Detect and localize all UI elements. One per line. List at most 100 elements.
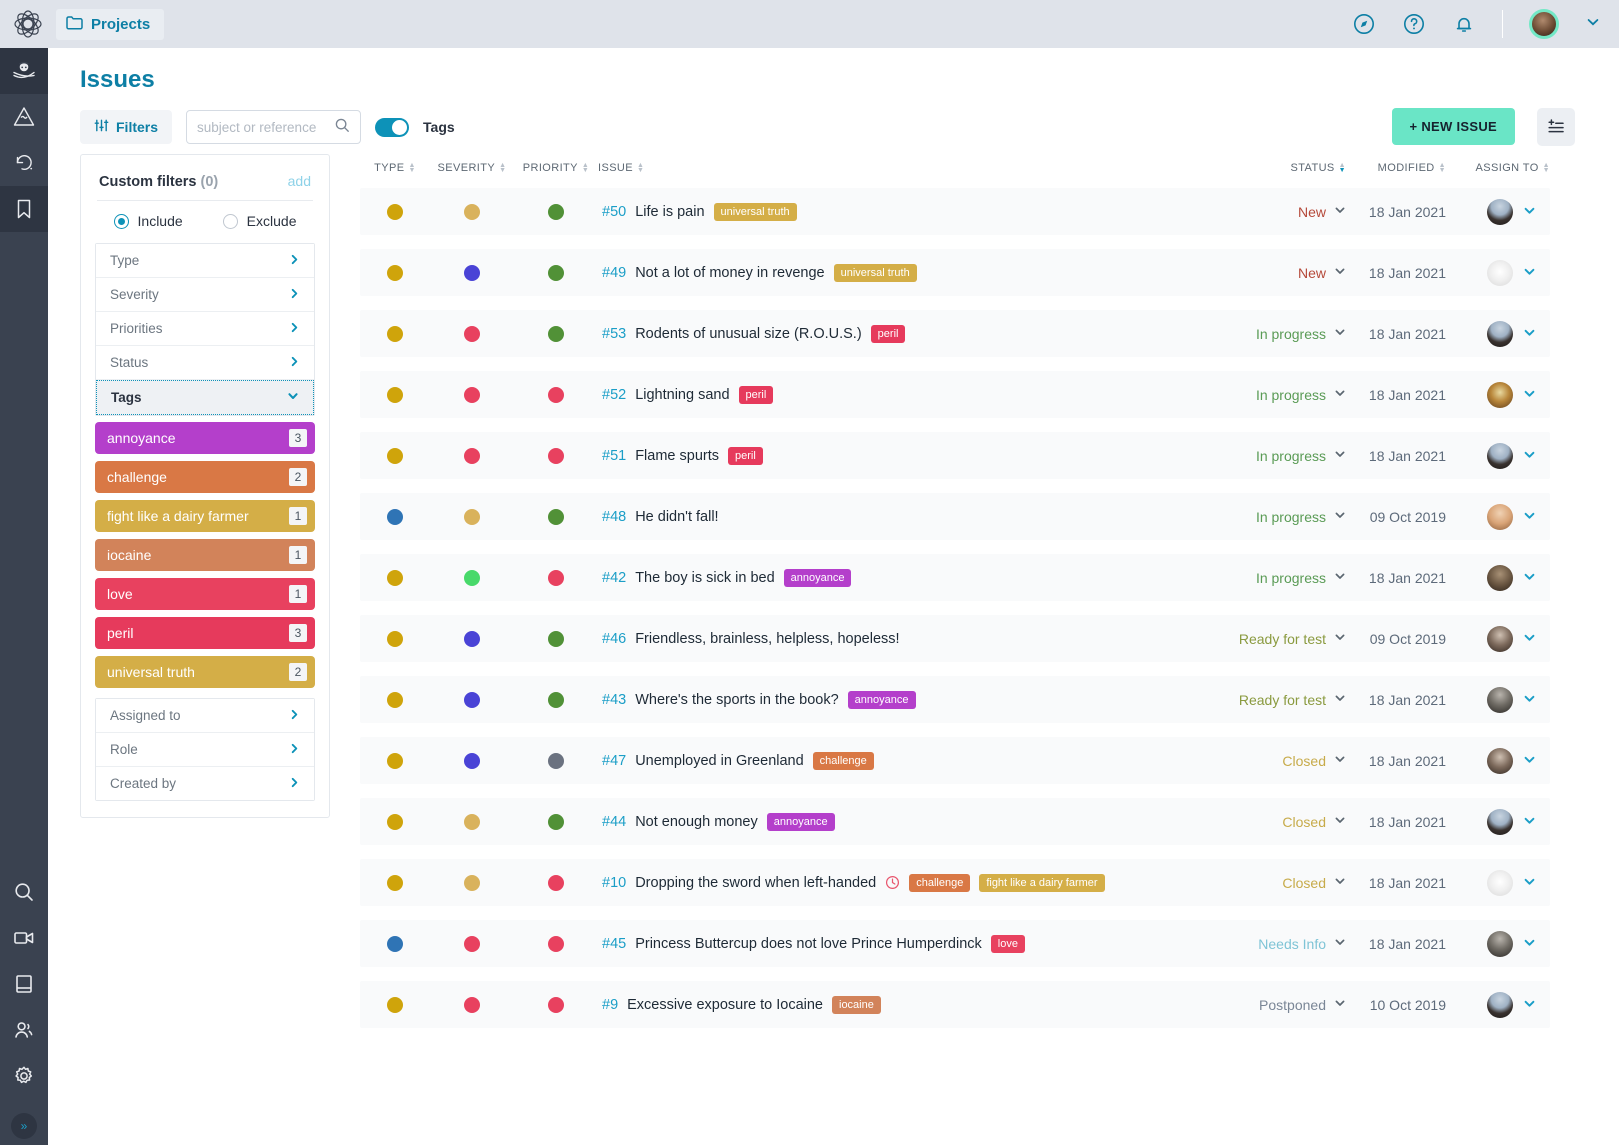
custom-filters-add-link[interactable]: add	[288, 173, 311, 189]
avatar[interactable]	[1487, 321, 1513, 347]
chevron-down-icon[interactable]	[1523, 387, 1536, 403]
chevron-down-icon[interactable]	[1334, 631, 1346, 646]
rail-item-book[interactable]	[0, 961, 48, 1007]
issue-number[interactable]: #50	[602, 204, 626, 220]
avatar[interactable]	[1487, 382, 1513, 408]
assignee-control[interactable]	[1487, 809, 1550, 835]
cell-status[interactable]: In progress	[1234, 387, 1346, 403]
issue-link[interactable]: #10Dropping the sword when left-handedch…	[598, 874, 1105, 892]
cell-status[interactable]: Ready for test	[1234, 631, 1346, 647]
list-options-button[interactable]	[1537, 108, 1575, 146]
cell-status[interactable]: In progress	[1234, 570, 1346, 586]
chevron-down-icon[interactable]	[1334, 204, 1346, 219]
assignee-control[interactable]	[1487, 626, 1550, 652]
table-row[interactable]: #43Where's the sports in the book?annoya…	[360, 676, 1550, 723]
chevron-down-icon[interactable]	[1334, 509, 1346, 524]
table-row[interactable]: #49Not a lot of money in revengeuniversa…	[360, 249, 1550, 296]
table-row[interactable]: #44Not enough moneyannoyanceClosed18 Jan…	[360, 798, 1550, 845]
issue-title[interactable]: Unemployed in Greenland	[635, 753, 803, 769]
breadcrumb-projects[interactable]: Projects	[56, 9, 164, 40]
issue-number[interactable]: #47	[602, 753, 626, 769]
column-header-status[interactable]: STATUS▲▼	[1234, 162, 1346, 174]
rail-item-video[interactable]	[0, 915, 48, 961]
facet-role[interactable]: Role	[96, 733, 314, 767]
assignee-control[interactable]	[1487, 565, 1550, 591]
rail-item-users[interactable]	[0, 1007, 48, 1053]
issue-link[interactable]: #52Lightning sandperil	[598, 386, 773, 404]
avatar[interactable]	[1487, 504, 1513, 530]
issue-title[interactable]: Dropping the sword when left-handed	[635, 875, 876, 891]
facet-severity[interactable]: Severity	[96, 278, 314, 312]
issue-title[interactable]: Friendless, brainless, helpless, hopeles…	[635, 631, 899, 647]
rail-item-search[interactable]	[0, 869, 48, 915]
rail-item-bookmark[interactable]	[0, 186, 48, 232]
avatar[interactable]	[1487, 992, 1513, 1018]
facet-priorities[interactable]: Priorities	[96, 312, 314, 346]
issue-title[interactable]: Flame spurts	[635, 448, 719, 464]
avatar[interactable]	[1487, 199, 1513, 225]
user-avatar[interactable]	[1529, 9, 1559, 39]
avatar[interactable]	[1487, 687, 1513, 713]
chevron-down-icon[interactable]	[1523, 265, 1536, 281]
chevron-down-icon[interactable]	[1523, 936, 1536, 952]
cell-status[interactable]: Closed	[1234, 814, 1346, 830]
issue-link[interactable]: #49Not a lot of money in revengeuniversa…	[598, 264, 917, 282]
issue-link[interactable]: #43Where's the sports in the book?annoya…	[598, 691, 916, 709]
issue-tag[interactable]: love	[991, 935, 1025, 953]
compass-icon[interactable]	[1352, 12, 1376, 36]
assignee-control[interactable]	[1487, 382, 1550, 408]
issue-title[interactable]: Not a lot of money in revenge	[635, 265, 824, 281]
facet-created-by[interactable]: Created by	[96, 767, 314, 800]
chevron-down-icon[interactable]	[1523, 631, 1536, 647]
chevron-down-icon[interactable]	[1523, 997, 1536, 1013]
issue-title[interactable]: Rodents of unusual size (R.O.U.S.)	[635, 326, 861, 342]
issue-title[interactable]: Not enough money	[635, 814, 758, 830]
issue-title[interactable]: The boy is sick in bed	[635, 570, 774, 586]
table-row[interactable]: #50Life is painuniversal truthNew18 Jan …	[360, 188, 1550, 235]
rail-expand-button[interactable]: »	[11, 1113, 37, 1139]
issue-title[interactable]: Princess Buttercup does not love Prince …	[635, 936, 982, 952]
chevron-down-icon[interactable]	[1523, 509, 1536, 525]
assignee-control[interactable]	[1487, 687, 1550, 713]
issue-title[interactable]: Where's the sports in the book?	[635, 692, 838, 708]
issue-link[interactable]: #9Excessive exposure to Iocaineiocaine	[598, 996, 881, 1014]
table-row[interactable]: #46Friendless, brainless, helpless, hope…	[360, 615, 1550, 662]
issue-tag[interactable]: challenge	[813, 752, 874, 770]
issue-number[interactable]: #44	[602, 814, 626, 830]
issue-tag[interactable]: annoyance	[848, 691, 916, 709]
rail-item-mountain[interactable]	[0, 94, 48, 140]
column-header-assign[interactable]: ASSIGN TO▲▼	[1446, 162, 1550, 174]
issue-link[interactable]: #44Not enough moneyannoyance	[598, 813, 835, 831]
tag-filter-challenge[interactable]: challenge2	[95, 461, 315, 493]
tag-filter-annoyance[interactable]: annoyance3	[95, 422, 315, 454]
chevron-down-icon[interactable]	[1334, 692, 1346, 707]
avatar[interactable]	[1487, 870, 1513, 896]
chevron-down-icon[interactable]	[1523, 448, 1536, 464]
chevron-down-icon[interactable]	[1523, 326, 1536, 342]
issue-tag[interactable]: iocaine	[832, 996, 881, 1014]
chevron-down-icon[interactable]	[1334, 997, 1346, 1012]
issue-link[interactable]: #53Rodents of unusual size (R.O.U.S.)per…	[598, 325, 905, 343]
issue-number[interactable]: #49	[602, 265, 626, 281]
issue-number[interactable]: #53	[602, 326, 626, 342]
table-row[interactable]: #9Excessive exposure to IocaineiocainePo…	[360, 981, 1550, 1028]
bell-icon[interactable]	[1452, 12, 1476, 36]
issue-link[interactable]: #51Flame spurtsperil	[598, 447, 763, 465]
cell-status[interactable]: New	[1234, 265, 1346, 281]
chevron-down-icon[interactable]	[1334, 448, 1346, 463]
table-row[interactable]: #47Unemployed in GreenlandchallengeClose…	[360, 737, 1550, 784]
assignee-control[interactable]	[1487, 443, 1550, 469]
radio-exclude[interactable]: Exclude	[223, 213, 297, 229]
assignee-control[interactable]	[1487, 748, 1550, 774]
issue-number[interactable]: #48	[602, 509, 626, 525]
column-header-mod[interactable]: MODIFIED▲▼	[1346, 162, 1446, 174]
facet-type[interactable]: Type	[96, 244, 314, 278]
issue-link[interactable]: #48He didn't fall!	[598, 509, 719, 525]
table-row[interactable]: #42The boy is sick in bedannoyanceIn pro…	[360, 554, 1550, 601]
cell-status[interactable]: Needs Info	[1234, 936, 1346, 952]
help-icon[interactable]	[1402, 12, 1426, 36]
chevron-down-icon[interactable]	[1523, 753, 1536, 769]
chevron-down-icon[interactable]	[1334, 265, 1346, 280]
column-header-type[interactable]: TYPE▲▼	[360, 162, 430, 174]
table-row[interactable]: #51Flame spurtsperilIn progress18 Jan 20…	[360, 432, 1550, 479]
